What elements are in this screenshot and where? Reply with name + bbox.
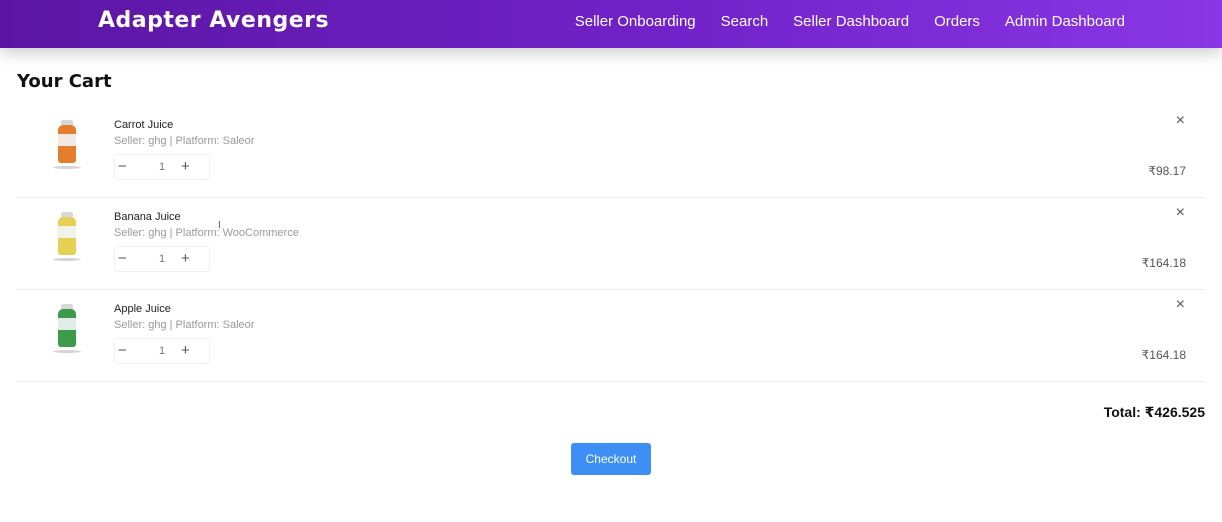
item-name: Carrot Juice [114, 119, 174, 131]
item-price: ₹164.18 [1141, 348, 1186, 362]
cart-item: Carrot Juice Seller: ghg | Platform: Sal… [17, 106, 1205, 198]
increase-quantity-button[interactable]: + [181, 158, 190, 176]
quantity-value[interactable]: 1 [159, 345, 165, 357]
item-name: Banana Juice [114, 211, 181, 223]
nav-seller-onboarding[interactable]: Seller Onboarding [575, 13, 696, 30]
quantity-stepper: − 1 + [114, 338, 210, 364]
increase-quantity-button[interactable]: + [181, 342, 190, 360]
nav-search[interactable]: Search [721, 13, 769, 30]
nav-orders[interactable]: Orders [934, 13, 980, 30]
checkout-button[interactable]: Checkout [571, 443, 651, 475]
remove-item-button[interactable]: × [1176, 204, 1185, 222]
decrease-quantity-button[interactable]: − [118, 158, 127, 176]
cart-item: Banana Juice Seller: ghg | Platform: Woo… [17, 198, 1205, 290]
cart-item: Apple Juice Seller: ghg | Platform: Sale… [17, 290, 1205, 382]
brand-logo[interactable]: Adapter Avengers [98, 8, 329, 33]
main-nav: Seller Onboarding Search Seller Dashboar… [575, 13, 1125, 30]
cart-total: Total: ₹426.525 [1103, 404, 1205, 420]
product-image [53, 212, 81, 264]
navbar: Adapter Avengers Seller Onboarding Searc… [0, 0, 1222, 48]
quantity-stepper: − 1 + [114, 154, 210, 180]
page-title: Your Cart [17, 71, 112, 92]
remove-item-button[interactable]: × [1176, 296, 1185, 314]
remove-item-button[interactable]: × [1176, 112, 1185, 130]
item-name: Apple Juice [114, 303, 171, 315]
item-price: ₹98.17 [1148, 164, 1186, 178]
product-image [53, 120, 81, 172]
text-cursor-icon: I [218, 220, 221, 231]
item-price: ₹164.18 [1141, 256, 1186, 270]
item-seller-platform: Seller: ghg | Platform: Saleor [114, 319, 255, 331]
decrease-quantity-button[interactable]: − [118, 342, 127, 360]
quantity-stepper: − 1 + [114, 246, 210, 272]
increase-quantity-button[interactable]: + [181, 250, 190, 268]
quantity-value[interactable]: 1 [159, 253, 165, 265]
quantity-value[interactable]: 1 [159, 161, 165, 173]
decrease-quantity-button[interactable]: − [118, 250, 127, 268]
nav-admin-dashboard[interactable]: Admin Dashboard [1005, 13, 1125, 30]
nav-seller-dashboard[interactable]: Seller Dashboard [793, 13, 909, 30]
item-seller-platform: Seller: ghg | Platform: Saleor [114, 135, 255, 147]
product-image [53, 304, 81, 356]
item-seller-platform: Seller: ghg | Platform: WooCommerce [114, 227, 299, 239]
